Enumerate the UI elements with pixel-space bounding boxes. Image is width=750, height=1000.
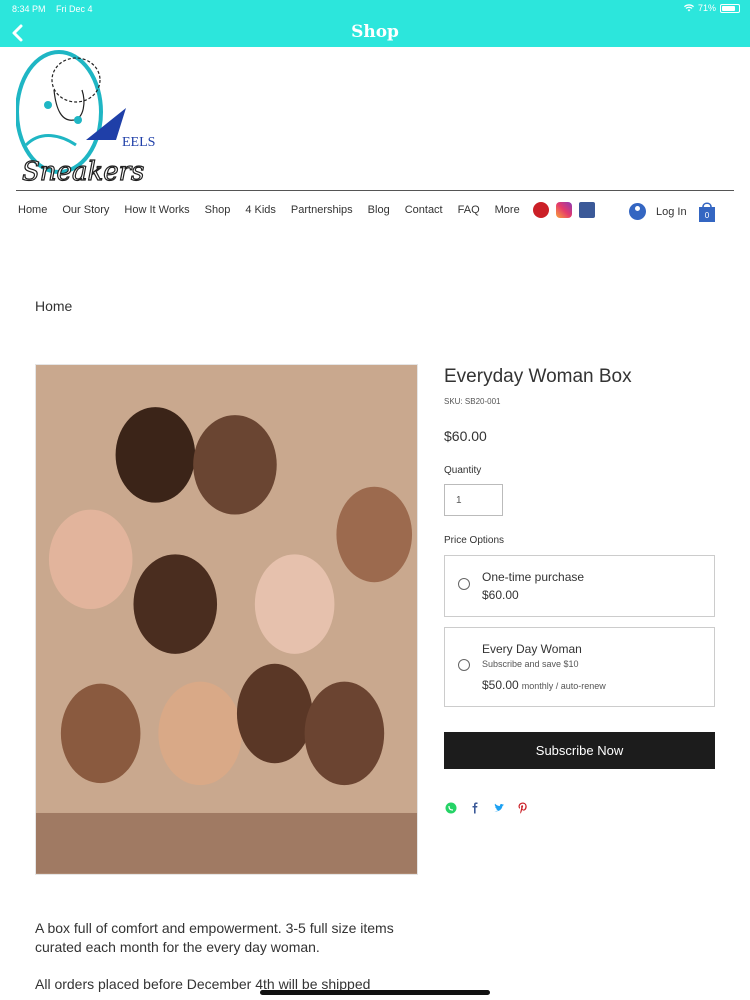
nav-item-shop[interactable]: Shop — [205, 204, 231, 220]
product-sku: SKU: SB20-001 — [444, 397, 501, 406]
main-nav: Home Our Story How It Works Shop 4 Kids … — [18, 204, 535, 220]
subscribe-now-button[interactable]: Subscribe Now — [444, 732, 715, 769]
option-name: Every Day Woman — [482, 642, 582, 656]
product-description: A box full of comfort and empowerment. 3… — [35, 920, 394, 955]
facebook-icon[interactable] — [579, 202, 595, 218]
product-title: Everyday Woman Box — [444, 366, 632, 387]
logo-text-eels: EELS — [122, 135, 155, 150]
battery-icon — [720, 3, 740, 13]
option-price-line: $50.00 monthly / auto-renew — [482, 678, 606, 692]
status-date: Fri Dec 4 — [56, 4, 93, 14]
cart-count: 0 — [705, 211, 710, 220]
instagram-icon[interactable] — [556, 202, 572, 218]
battery-percent: 71% — [697, 3, 716, 13]
twitter-icon[interactable] — [493, 802, 505, 814]
nav-item-contact[interactable]: Contact — [405, 204, 443, 220]
logo-text-script: Sneakers — [22, 157, 144, 187]
user-avatar-icon — [629, 203, 646, 220]
nav-item-partnerships[interactable]: Partnerships — [291, 204, 353, 220]
status-bar: 8:34 PM Fri Dec 4 71% — [0, 0, 750, 18]
option-name: One-time purchase — [482, 570, 585, 584]
facebook-share-icon[interactable] — [469, 802, 481, 814]
login-label: Log In — [656, 205, 687, 218]
app-header: 8:34 PM Fri Dec 4 71% Shop — [0, 0, 750, 47]
nav-item-4-kids[interactable]: 4 Kids — [245, 204, 276, 220]
nav-item-more[interactable]: More — [495, 204, 520, 220]
quantity-input[interactable] — [444, 484, 503, 516]
nav-item-home[interactable]: Home — [18, 204, 47, 220]
cart-icon[interactable]: 0 — [698, 199, 716, 223]
nav-item-how-it-works[interactable]: How It Works — [124, 204, 189, 220]
pinterest-share-icon[interactable] — [517, 802, 529, 814]
wifi-icon — [683, 4, 694, 12]
option-price: $50.00 — [482, 678, 519, 692]
status-right: 71% — [683, 3, 740, 13]
share-buttons — [445, 802, 529, 814]
product-image — [35, 364, 418, 875]
radio-button[interactable] — [458, 578, 470, 590]
option-subtitle: Subscribe and save $10 — [482, 659, 579, 669]
option-price: $60.00 — [482, 588, 519, 602]
option-frequency: monthly / auto-renew — [521, 681, 606, 691]
whatsapp-icon[interactable] — [445, 802, 457, 814]
breadcrumb[interactable]: Home — [35, 298, 72, 314]
price-option-one-time[interactable]: One-time purchase $60.00 — [444, 555, 715, 617]
home-indicator — [260, 990, 490, 995]
header-divider — [16, 190, 734, 191]
price-options-label: Price Options — [444, 535, 505, 546]
pinterest-icon[interactable] — [533, 202, 549, 218]
radio-button[interactable] — [458, 659, 470, 671]
quantity-label: Quantity — [444, 465, 482, 476]
page-title: Shop — [351, 22, 399, 42]
product-price: $60.00 — [444, 428, 487, 444]
login-button[interactable]: Log In — [629, 203, 687, 220]
nav-item-blog[interactable]: Blog — [368, 204, 390, 220]
nav-item-faq[interactable]: FAQ — [458, 204, 480, 220]
social-links — [533, 202, 595, 218]
brand-logo[interactable]: EELS Sneakers — [16, 50, 161, 190]
status-time: 8:34 PM — [12, 4, 46, 14]
nav-item-our-story[interactable]: Our Story — [62, 204, 109, 220]
price-option-subscription[interactable]: Every Day Woman Subscribe and save $10 $… — [444, 627, 715, 707]
